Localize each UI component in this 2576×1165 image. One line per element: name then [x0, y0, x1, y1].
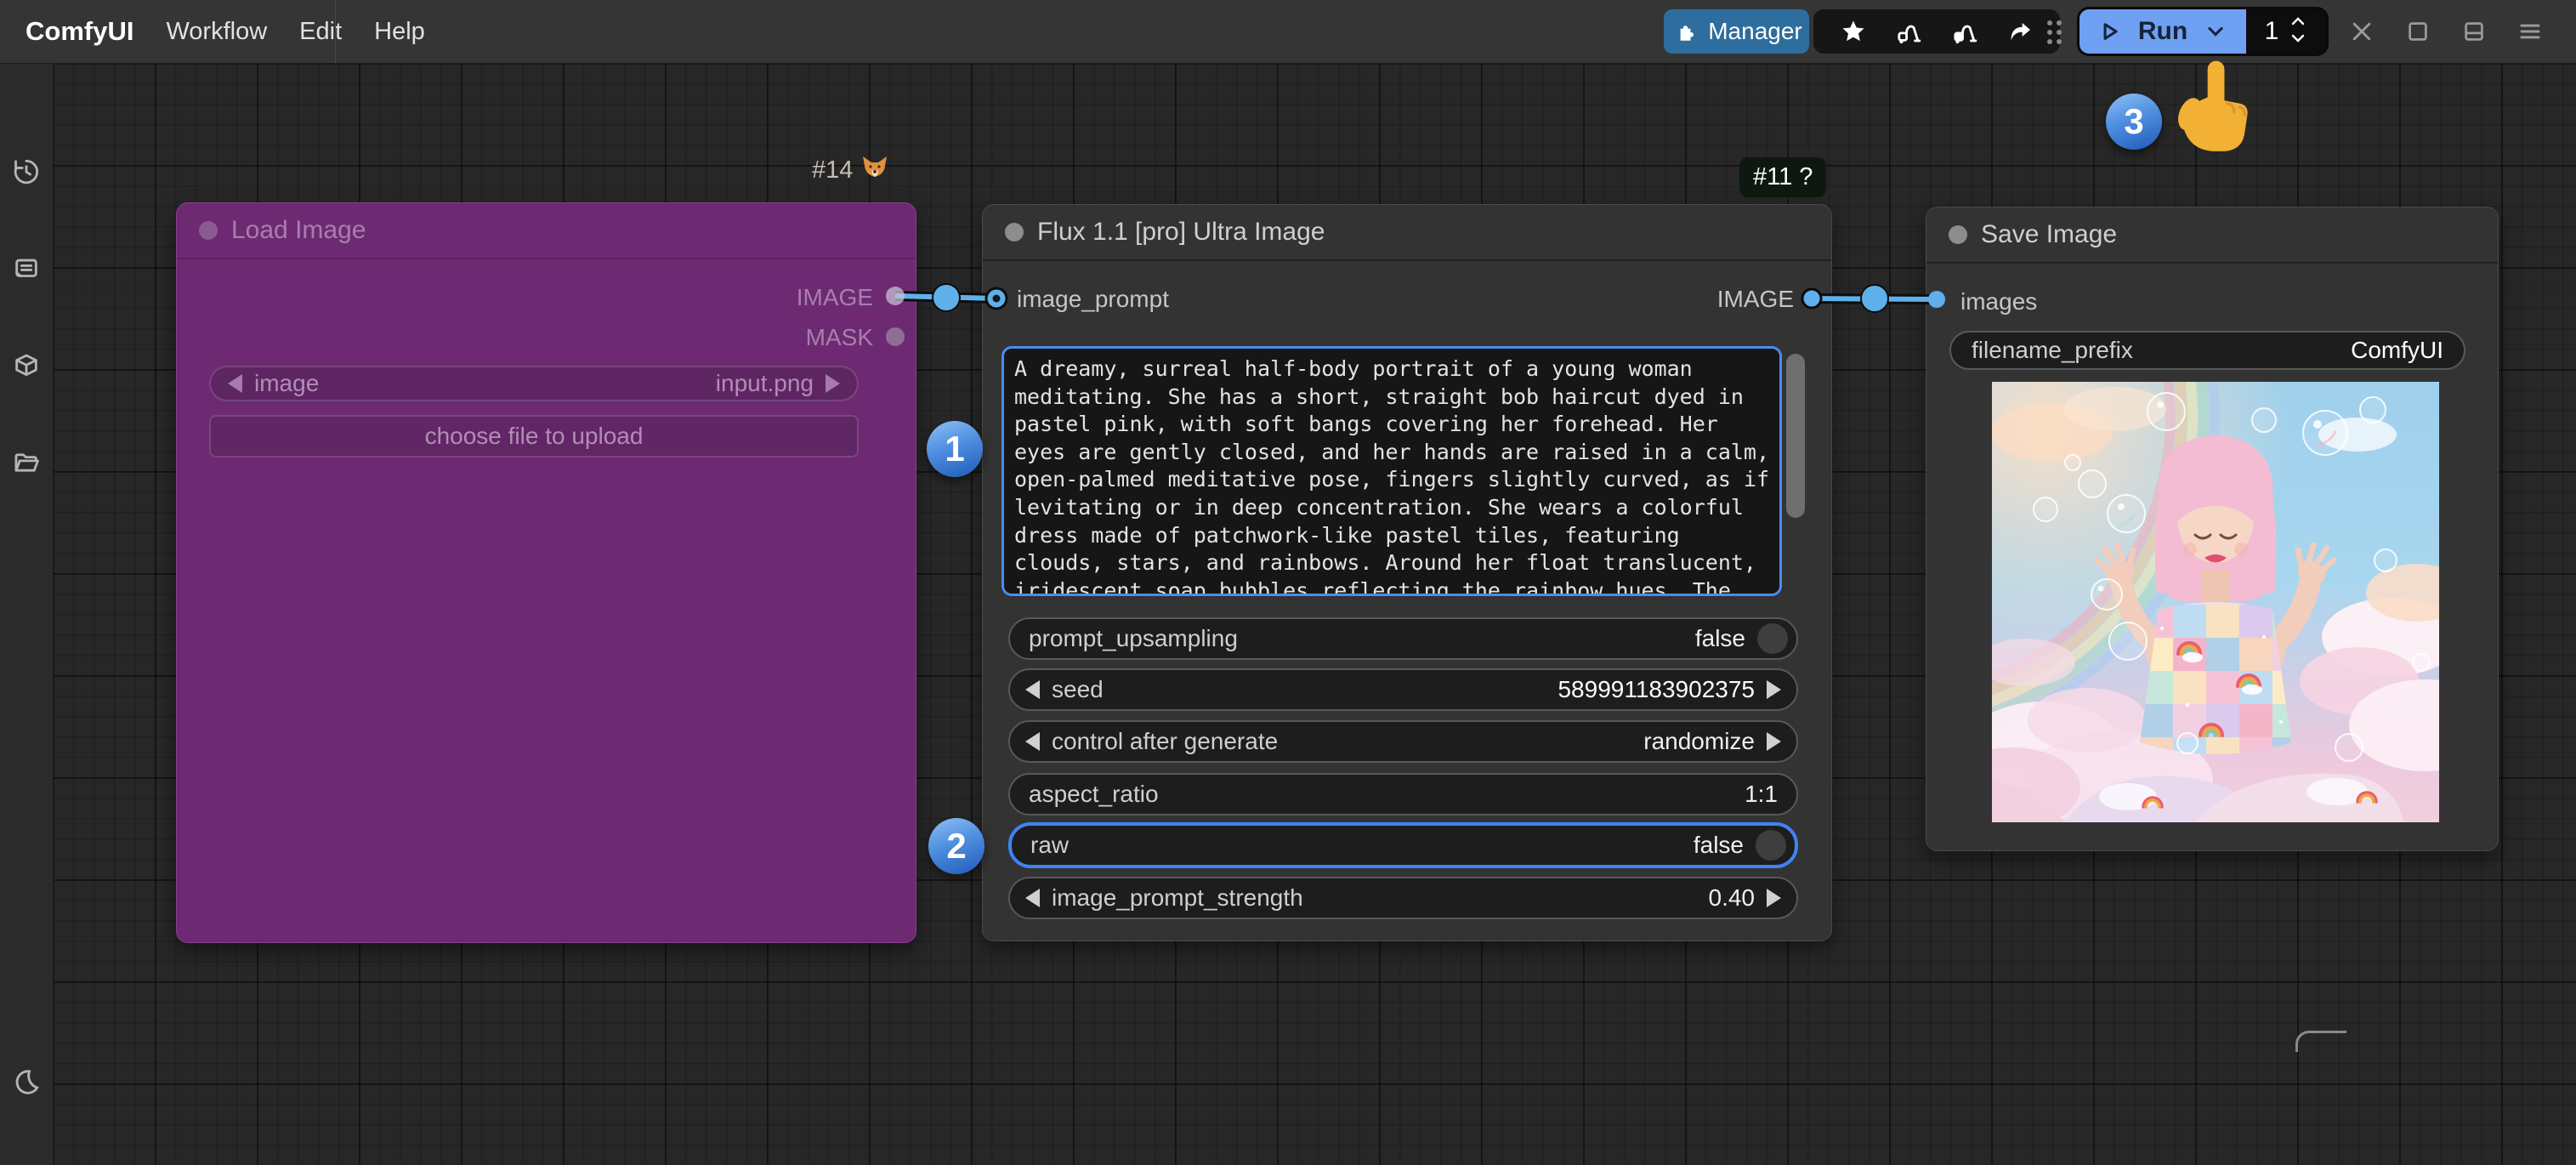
workflows-folder-icon[interactable] [12, 448, 41, 477]
node-save-header[interactable]: Save Image [1926, 207, 2498, 264]
widget-value: 1:1 [1745, 781, 1778, 808]
toggle-knob[interactable] [1757, 623, 1788, 654]
node-save-image[interactable]: Save Image images filename_prefix ComfyU… [1926, 207, 2499, 851]
batch-count-stepper[interactable]: 1 [2246, 9, 2326, 54]
widget-aspect-ratio[interactable]: aspect_ratio 1:1 [1008, 773, 1798, 816]
left-sidebar: ⚙ [0, 63, 54, 1165]
theme-toggle-moon-icon[interactable] [12, 1067, 41, 1096]
widget-prompt-upsampling[interactable]: prompt_upsampling false [1008, 617, 1798, 660]
node-title: Load Image [231, 216, 366, 245]
widget-label: aspect_ratio [1029, 781, 1159, 808]
widget-value: randomize [1643, 728, 1755, 755]
run-button[interactable]: Run [2080, 9, 2246, 54]
node-ref-badge-load: #14 [812, 155, 888, 185]
widget-label: control after generate [1052, 728, 1278, 755]
model-library-icon[interactable] [12, 351, 41, 380]
manager-label: Manager [1708, 18, 1802, 45]
increment-arrow-icon[interactable] [1767, 732, 1781, 751]
node-title: Save Image [1981, 220, 2117, 249]
output-label-mask: MASK [806, 316, 873, 359]
menu-icon[interactable] [2516, 17, 2545, 46]
node-collapse-dot[interactable] [199, 221, 218, 240]
decrement-arrow-icon[interactable] [1025, 732, 1040, 751]
node-flux-header[interactable]: Flux 1.1 [pro] Ultra Image [983, 205, 1831, 261]
run-options-chevron-icon[interactable] [2201, 17, 2230, 46]
choose-file-button[interactable]: choose file to upload [209, 415, 859, 457]
input-label-images: images [1960, 281, 2037, 323]
generated-image-preview [1992, 382, 2439, 822]
fox-emoji [861, 155, 888, 185]
toolbar-drag-handle[interactable] [2047, 20, 2066, 46]
widget-value: ComfyUI [2351, 337, 2443, 364]
close-icon[interactable] [2347, 17, 2376, 46]
toggle-knob[interactable] [1756, 830, 1786, 861]
badge-text: #14 [812, 156, 853, 185]
comfyui-app: ComfyUI Workflow Edit Help Manager [0, 0, 2576, 1165]
quick-actions-pill [1813, 9, 2060, 54]
widget-label: filename_prefix [1972, 337, 2133, 364]
share-icon[interactable] [2006, 17, 2034, 46]
dock-bottom-icon[interactable] [2460, 17, 2488, 46]
widget-value: 589991183902375 [1558, 676, 1755, 703]
prompt-textarea[interactable]: A dreamy, surreal half-body portrait of … [1001, 346, 1782, 596]
widget-control-after-generate[interactable]: control after generate randomize [1008, 720, 1798, 763]
menu-help[interactable]: Help [374, 18, 425, 46]
widget-seed[interactable]: seed 589991183902375 [1008, 668, 1798, 711]
partial-hidden-node-corner [2295, 1031, 2346, 1052]
widget-label: seed [1052, 676, 1104, 703]
app-logo: ComfyUI [26, 16, 133, 47]
decrement-arrow-icon[interactable] [1025, 680, 1040, 699]
top-menubar: ComfyUI Workflow Edit Help Manager [0, 0, 2576, 64]
node-flux-ultra-image[interactable]: Flux 1.1 [pro] Ultra Image image_prompt … [982, 204, 1832, 941]
node-load-image-header[interactable]: Load Image [177, 203, 916, 259]
widget-label: image_prompt_strength [1052, 884, 1303, 912]
increment-arrow-icon[interactable] [1767, 889, 1781, 907]
clean-workflow-alt-icon[interactable] [1950, 17, 1979, 46]
widget-value: false [1695, 625, 1745, 652]
batch-count-value: 1 [2265, 17, 2279, 46]
decrement-arrow-icon[interactable] [1025, 889, 1040, 907]
prev-arrow-icon[interactable] [228, 374, 242, 393]
next-arrow-icon[interactable] [826, 374, 840, 393]
combo-value: input.png [716, 370, 814, 397]
workflow-history-icon[interactable] [12, 157, 41, 186]
prompt-scrollbar-thumb[interactable] [1786, 354, 1805, 518]
output-label-image: IMAGE [1717, 278, 1794, 321]
favorite-star-icon[interactable] [1839, 17, 1868, 46]
node-title: Flux 1.1 [pro] Ultra Image [1037, 218, 1325, 247]
node-ref-badge-flux: #11 ? [1739, 157, 1826, 197]
input-label-image-prompt: image_prompt [1017, 278, 1169, 321]
widget-value: 0.40 [1709, 884, 1756, 912]
run-controls: Run 1 [2077, 7, 2329, 56]
pointing-up-hand-icon [2172, 56, 2257, 165]
widget-image-prompt-strength[interactable]: image_prompt_strength 0.40 [1008, 877, 1798, 919]
combo-label: image [254, 370, 319, 397]
clean-workflow-icon[interactable] [1894, 17, 1923, 46]
widget-label: prompt_upsampling [1029, 625, 1238, 652]
node-load-image[interactable]: Load Image IMAGE MASK image input.png ch… [176, 202, 916, 943]
widget-label: raw [1030, 832, 1069, 859]
widget-raw[interactable]: raw false [1008, 822, 1798, 868]
batch-spinner-icons[interactable] [2289, 13, 2307, 51]
widget-filename-prefix[interactable]: filename_prefix ComfyUI [1949, 331, 2465, 370]
node-collapse-dot[interactable] [1949, 225, 1967, 244]
annotation-step-2: 2 [928, 818, 984, 874]
widget-value: false [1694, 832, 1744, 859]
output-label-image: IMAGE [797, 276, 873, 319]
play-icon [2096, 17, 2125, 46]
node-collapse-dot[interactable] [1005, 223, 1024, 242]
menu-workflow[interactable]: Workflow [166, 18, 267, 46]
topbar-divider [335, 0, 336, 63]
run-label: Run [2138, 17, 2187, 46]
increment-arrow-icon[interactable] [1767, 680, 1781, 699]
main-menus: ComfyUI Workflow Edit Help [0, 0, 425, 63]
puzzle-icon [1671, 17, 1699, 46]
node-library-icon[interactable] [12, 254, 41, 283]
prompt-text: A dreamy, surreal half-body portrait of … [1014, 355, 1769, 596]
annotation-step-3: 3 [2106, 94, 2162, 150]
image-combo-widget[interactable]: image input.png [209, 366, 859, 401]
annotation-step-1: 1 [927, 421, 983, 477]
manager-button[interactable]: Manager [1664, 9, 1809, 54]
maximize-icon[interactable] [2403, 17, 2432, 46]
